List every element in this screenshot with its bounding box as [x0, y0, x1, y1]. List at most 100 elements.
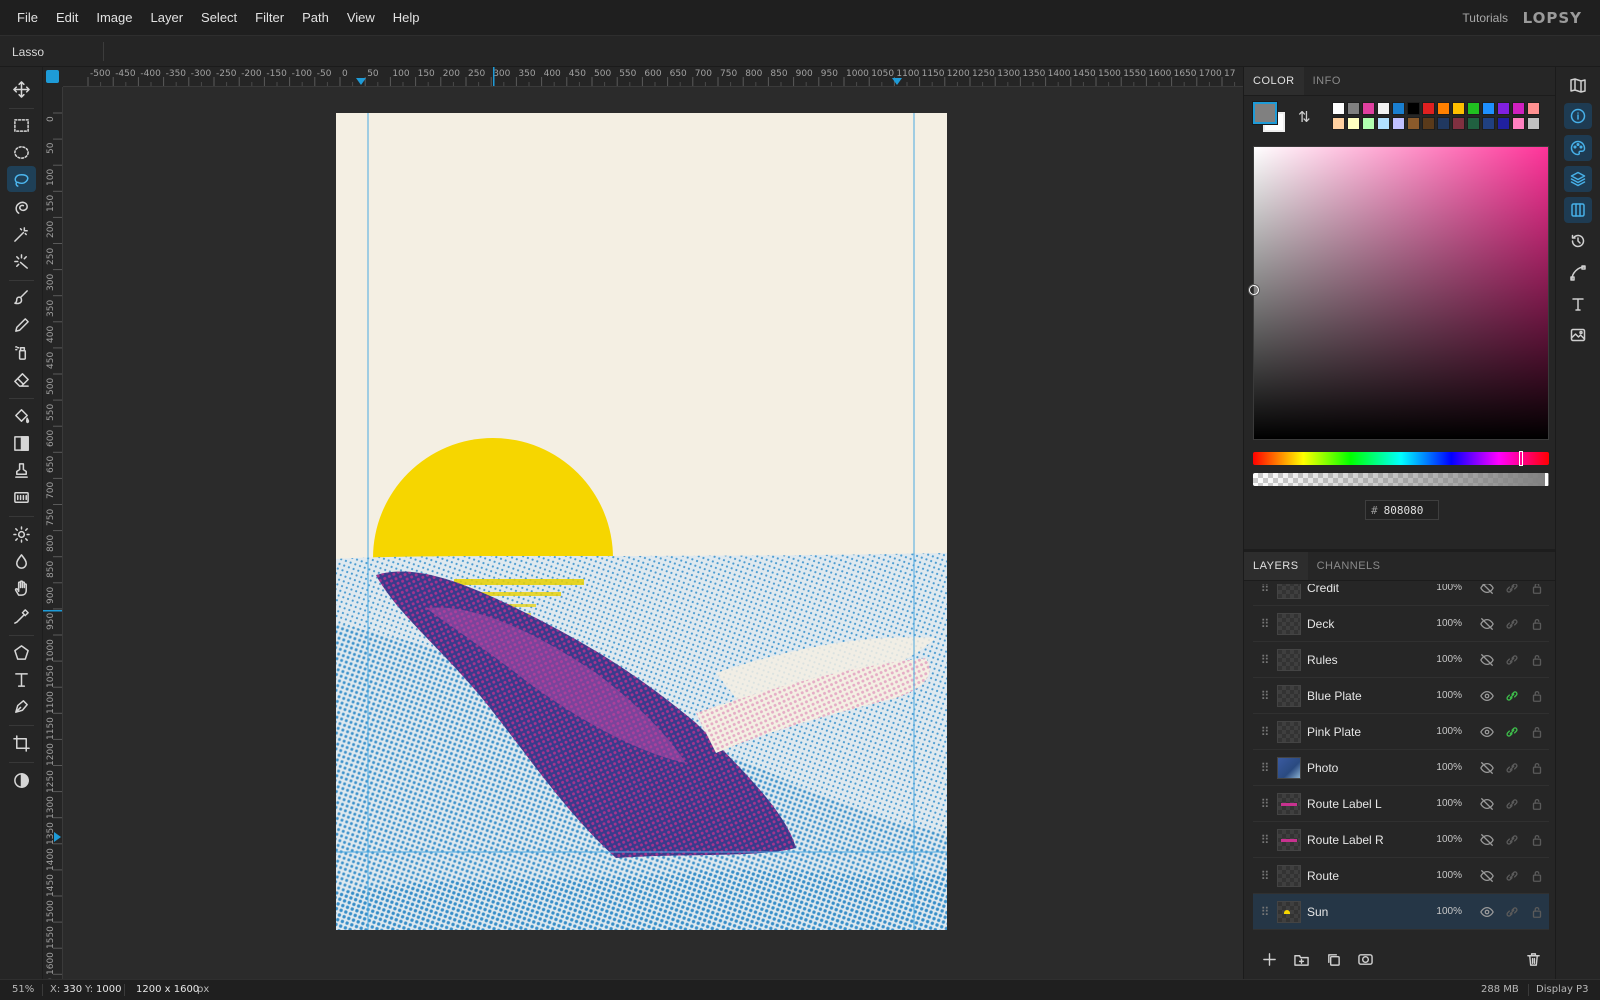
tab-layers[interactable]: LAYERS — [1244, 552, 1308, 580]
layer-row[interactable]: ⠿ Photo 100% — [1253, 750, 1549, 786]
ellipse-select-tool-button[interactable] — [7, 139, 36, 165]
link-icon[interactable] — [1499, 725, 1524, 739]
color-swatch[interactable] — [1437, 117, 1450, 130]
tab-channels[interactable]: CHANNELS — [1308, 552, 1390, 580]
channels-panel-button[interactable] — [1564, 197, 1592, 223]
hue-slider-thumb[interactable] — [1519, 451, 1523, 466]
layer-opacity[interactable]: 100% — [1432, 654, 1462, 665]
layer-row[interactable]: ⠿ Route 100% — [1253, 858, 1549, 894]
spray-tool-button[interactable] — [7, 339, 36, 365]
layer-name[interactable]: Route — [1307, 869, 1432, 883]
layer-row[interactable]: ⠿ Pink Plate 100% — [1253, 714, 1549, 750]
eye-off-icon[interactable] — [1474, 617, 1499, 631]
drag-handle-icon[interactable]: ⠿ — [1253, 869, 1277, 883]
layer-mask-button[interactable] — [1355, 949, 1375, 969]
drag-handle-icon[interactable]: ⠿ — [1253, 584, 1277, 595]
image-panel-button[interactable] — [1564, 322, 1592, 348]
crop-tool-button[interactable] — [7, 730, 36, 756]
link-icon[interactable] — [1499, 689, 1524, 703]
lasso-tool-button[interactable] — [7, 166, 36, 192]
layer-opacity[interactable]: 100% — [1432, 690, 1462, 701]
eye-off-icon[interactable] — [1474, 797, 1499, 811]
hex-value[interactable]: 808080 — [1384, 504, 1424, 517]
tutorials-link[interactable]: Tutorials — [1462, 11, 1508, 25]
alpha-slider[interactable] — [1253, 473, 1549, 486]
eye-icon[interactable] — [1474, 905, 1499, 919]
link-icon[interactable] — [1499, 761, 1524, 775]
menu-select[interactable]: Select — [192, 10, 246, 25]
text-tool-button[interactable] — [7, 666, 36, 692]
drag-handle-icon[interactable]: ⠿ — [1253, 653, 1277, 667]
menu-path[interactable]: Path — [293, 10, 338, 25]
color-swatch[interactable] — [1377, 102, 1390, 115]
color-swatch[interactable] — [1332, 117, 1345, 130]
layer-row[interactable]: ⠿ Rules 100% — [1253, 642, 1549, 678]
color-swatch[interactable] — [1497, 102, 1510, 115]
layer-row[interactable]: ⠿ Route Label L 100% — [1253, 786, 1549, 822]
new-layer-button[interactable] — [1259, 949, 1279, 969]
layer-row[interactable]: ⠿ Route Label R 100% — [1253, 822, 1549, 858]
color-swatch[interactable] — [1467, 102, 1480, 115]
color-swatch[interactable] — [1392, 117, 1405, 130]
color-swatch[interactable] — [1452, 102, 1465, 115]
lock-icon[interactable] — [1524, 833, 1549, 847]
drag-handle-icon[interactable]: ⠿ — [1253, 833, 1277, 847]
lock-icon[interactable] — [1524, 617, 1549, 631]
color-swatch[interactable] — [1452, 117, 1465, 130]
color-swatch[interactable] — [1527, 117, 1540, 130]
color-swatch[interactable] — [1437, 102, 1450, 115]
pattern-tool-button[interactable] — [7, 484, 36, 510]
move-tool-button[interactable] — [7, 76, 36, 102]
tab-color[interactable]: COLOR — [1244, 67, 1304, 95]
layer-row[interactable]: ⠿ Deck 100% — [1253, 606, 1549, 642]
color-swatch[interactable] — [1512, 117, 1525, 130]
stamp-tool-button[interactable] — [7, 457, 36, 483]
lock-icon[interactable] — [1524, 584, 1549, 595]
color-panel-button[interactable] — [1564, 135, 1592, 161]
layer-list[interactable]: ⠿ Credit 100% ⠿ Deck 100% ⠿ Rules 100% ⠿ Blue Plat… — [1253, 584, 1549, 932]
color-swatch[interactable] — [1362, 117, 1375, 130]
layers-panel-button[interactable] — [1564, 166, 1592, 192]
quick-select-tool-button[interactable] — [7, 194, 36, 220]
layer-row[interactable]: ⠿ Sun 100% — [1253, 894, 1549, 930]
eye-off-icon[interactable] — [1474, 653, 1499, 667]
hue-slider[interactable] — [1253, 451, 1549, 466]
tab-info[interactable]: INFO — [1304, 67, 1350, 95]
menu-view[interactable]: View — [338, 10, 384, 25]
eye-off-icon[interactable] — [1474, 761, 1499, 775]
link-icon[interactable] — [1499, 617, 1524, 631]
layer-opacity[interactable]: 100% — [1432, 584, 1462, 593]
contrast-tool-button[interactable] — [7, 767, 36, 793]
color-swatch[interactable] — [1332, 102, 1345, 115]
document-canvas[interactable] — [336, 113, 947, 930]
layer-name[interactable]: Route Label L — [1307, 797, 1432, 811]
eye-off-icon[interactable] — [1474, 833, 1499, 847]
gradient-tool-button[interactable] — [7, 430, 36, 456]
delete-layer-button[interactable] — [1523, 949, 1543, 969]
layer-name[interactable]: Blue Plate — [1307, 689, 1432, 703]
ruler-origin-marker[interactable] — [46, 70, 59, 83]
layer-opacity[interactable]: 100% — [1432, 834, 1462, 845]
color-swatch[interactable] — [1422, 102, 1435, 115]
ruler-horizontal[interactable]: -500 -450 -400 -350 -300 -250 -200 -150 -100 -50 0… — [63, 67, 1243, 87]
color-swatch[interactable] — [1362, 102, 1375, 115]
fill-tool-button[interactable] — [7, 402, 36, 428]
color-swatch[interactable] — [1407, 102, 1420, 115]
lock-icon[interactable] — [1524, 653, 1549, 667]
info-panel-button[interactable] — [1564, 103, 1592, 129]
layer-opacity[interactable]: 100% — [1432, 798, 1462, 809]
layer-opacity[interactable]: 100% — [1432, 762, 1462, 773]
drag-handle-icon[interactable]: ⠿ — [1253, 905, 1277, 919]
new-group-button[interactable] — [1291, 949, 1311, 969]
color-swatch[interactable] — [1482, 102, 1495, 115]
link-icon[interactable] — [1499, 653, 1524, 667]
blur-tool-button[interactable] — [7, 548, 36, 574]
eraser-tool-button[interactable] — [7, 366, 36, 392]
lock-icon[interactable] — [1524, 797, 1549, 811]
pencil-tool-button[interactable] — [7, 312, 36, 338]
hand-tool-button[interactable] — [7, 575, 36, 601]
drag-handle-icon[interactable]: ⠿ — [1253, 761, 1277, 775]
menu-help[interactable]: Help — [384, 10, 429, 25]
drag-handle-icon[interactable]: ⠿ — [1253, 725, 1277, 739]
link-icon[interactable] — [1499, 905, 1524, 919]
